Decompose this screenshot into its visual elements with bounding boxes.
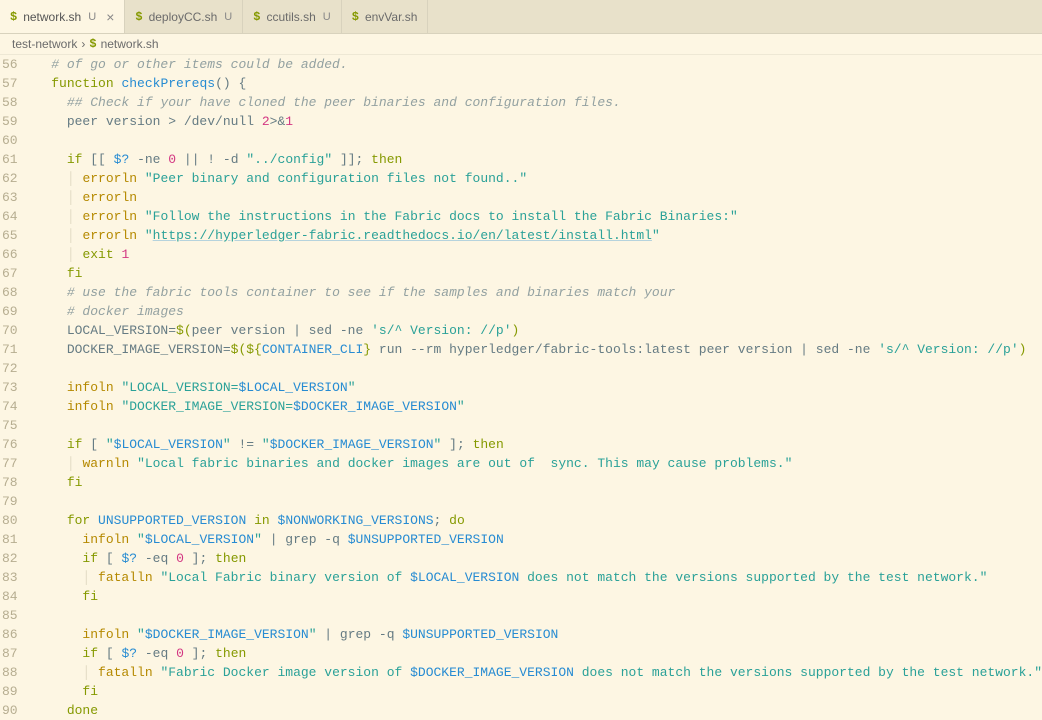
- close-icon[interactable]: ×: [106, 9, 114, 25]
- line-number: 84: [0, 587, 18, 606]
- line-number: 88: [0, 663, 18, 682]
- line-number: 76: [0, 435, 18, 454]
- tab-envvar[interactable]: $ envVar.sh: [342, 0, 429, 33]
- modified-indicator: U: [224, 11, 232, 23]
- line-number: 63: [0, 188, 18, 207]
- modified-indicator: U: [323, 11, 331, 23]
- line-number: 87: [0, 644, 18, 663]
- line-number: 67: [0, 264, 18, 283]
- shell-icon: $: [135, 10, 142, 24]
- code-line[interactable]: │ errorln "Peer binary and configuration…: [36, 169, 1042, 188]
- line-number: 80: [0, 511, 18, 530]
- line-number: 89: [0, 682, 18, 701]
- code-line[interactable]: [36, 131, 1042, 150]
- code-line[interactable]: infoln "DOCKER_IMAGE_VERSION=$DOCKER_IMA…: [36, 397, 1042, 416]
- code-line[interactable]: ## Check if your have cloned the peer bi…: [36, 93, 1042, 112]
- breadcrumb[interactable]: test-network › $ network.sh: [0, 34, 1042, 55]
- line-number: 78: [0, 473, 18, 492]
- code-line[interactable]: peer version > /dev/null 2>&1: [36, 112, 1042, 131]
- line-number: 81: [0, 530, 18, 549]
- line-number: 77: [0, 454, 18, 473]
- line-number: 62: [0, 169, 18, 188]
- code-line[interactable]: infoln "$DOCKER_IMAGE_VERSION" | grep -q…: [36, 625, 1042, 644]
- line-number: 68: [0, 283, 18, 302]
- code-line[interactable]: │ warnln "Local fabric binaries and dock…: [36, 454, 1042, 473]
- breadcrumb-file: network.sh: [101, 37, 159, 51]
- tab-label: deployCC.sh: [149, 10, 218, 24]
- line-number: 66: [0, 245, 18, 264]
- line-number: 56: [0, 55, 18, 74]
- tab-network[interactable]: $ network.sh U ×: [0, 0, 125, 33]
- line-number: 61: [0, 150, 18, 169]
- code-line[interactable]: LOCAL_VERSION=$(peer version | sed -ne '…: [36, 321, 1042, 340]
- tab-deploycc[interactable]: $ deployCC.sh U: [125, 0, 243, 33]
- line-number: 72: [0, 359, 18, 378]
- tab-bar: $ network.sh U × $ deployCC.sh U $ ccuti…: [0, 0, 1042, 34]
- line-number: 70: [0, 321, 18, 340]
- code-line[interactable]: [36, 606, 1042, 625]
- code-line[interactable]: for UNSUPPORTED_VERSION in $NONWORKING_V…: [36, 511, 1042, 530]
- code-line[interactable]: infoln "$LOCAL_VERSION" | grep -q $UNSUP…: [36, 530, 1042, 549]
- code-line[interactable]: if [ $? -eq 0 ]; then: [36, 644, 1042, 663]
- breadcrumb-folder: test-network: [12, 37, 77, 51]
- tab-ccutils[interactable]: $ ccutils.sh U: [243, 0, 342, 33]
- code-line[interactable]: DOCKER_IMAGE_VERSION=$(${CONTAINER_CLI} …: [36, 340, 1042, 359]
- line-number: 90: [0, 701, 18, 720]
- tab-label: ccutils.sh: [266, 10, 315, 24]
- code-line[interactable]: │ fatalln "Local Fabric binary version o…: [36, 568, 1042, 587]
- code-line[interactable]: fi: [36, 473, 1042, 492]
- line-number: 73: [0, 378, 18, 397]
- code-line[interactable]: │ errorln: [36, 188, 1042, 207]
- shell-icon: $: [89, 37, 96, 51]
- editor[interactable]: 5657585960616263646566676869707172737475…: [0, 55, 1042, 720]
- code-line[interactable]: if [ $? -eq 0 ]; then: [36, 549, 1042, 568]
- code-line[interactable]: │ exit 1: [36, 245, 1042, 264]
- code-line[interactable]: # docker images: [36, 302, 1042, 321]
- line-number: 60: [0, 131, 18, 150]
- code-line[interactable]: │ errorln "https://hyperledger-fabric.re…: [36, 226, 1042, 245]
- code-content[interactable]: # of go or other items could be added. f…: [36, 55, 1042, 720]
- code-line[interactable]: fi: [36, 682, 1042, 701]
- line-number: 75: [0, 416, 18, 435]
- line-number: 64: [0, 207, 18, 226]
- code-line[interactable]: function checkPrereqs() {: [36, 74, 1042, 93]
- code-line[interactable]: fi: [36, 264, 1042, 283]
- code-line[interactable]: │ errorln "Follow the instructions in th…: [36, 207, 1042, 226]
- code-line[interactable]: # use the fabric tools container to see …: [36, 283, 1042, 302]
- code-line[interactable]: infoln "LOCAL_VERSION=$LOCAL_VERSION": [36, 378, 1042, 397]
- code-line[interactable]: if [ "$LOCAL_VERSION" != "$DOCKER_IMAGE_…: [36, 435, 1042, 454]
- line-number: 65: [0, 226, 18, 245]
- code-line[interactable]: │ fatalln "Fabric Docker image version o…: [36, 663, 1042, 682]
- code-line[interactable]: [36, 359, 1042, 378]
- tab-label: envVar.sh: [365, 10, 417, 24]
- line-number: 59: [0, 112, 18, 131]
- shell-icon: $: [352, 10, 359, 24]
- line-number: 79: [0, 492, 18, 511]
- modified-indicator: U: [88, 11, 96, 23]
- line-number: 83: [0, 568, 18, 587]
- line-number: 58: [0, 93, 18, 112]
- code-line[interactable]: fi: [36, 587, 1042, 606]
- line-number: 82: [0, 549, 18, 568]
- shell-icon: $: [10, 10, 17, 24]
- code-line[interactable]: [36, 416, 1042, 435]
- line-number: 86: [0, 625, 18, 644]
- code-line[interactable]: done: [36, 701, 1042, 720]
- code-line[interactable]: # of go or other items could be added.: [36, 55, 1042, 74]
- tab-label: network.sh: [23, 10, 81, 24]
- breadcrumb-sep: ›: [81, 37, 85, 51]
- line-number: 71: [0, 340, 18, 359]
- code-line[interactable]: if [[ $? -ne 0 || ! -d "../config" ]]; t…: [36, 150, 1042, 169]
- code-line[interactable]: [36, 492, 1042, 511]
- line-number: 74: [0, 397, 18, 416]
- line-number: 85: [0, 606, 18, 625]
- line-number: 57: [0, 74, 18, 93]
- line-number: 69: [0, 302, 18, 321]
- shell-icon: $: [253, 10, 260, 24]
- line-gutter: 5657585960616263646566676869707172737475…: [0, 55, 36, 720]
